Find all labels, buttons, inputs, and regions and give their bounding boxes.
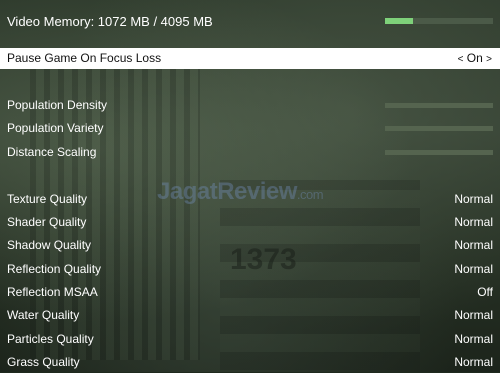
setting-value[interactable]: Normal xyxy=(454,262,493,276)
video-memory-bar xyxy=(385,18,493,24)
setting-label: Reflection MSAA xyxy=(7,285,98,299)
setting-label: Population Density xyxy=(7,98,108,112)
arrow-left-icon[interactable]: < xyxy=(458,54,464,65)
pause-game-label: Pause Game On Focus Loss xyxy=(7,51,162,65)
setting-label: Shader Quality xyxy=(7,215,87,229)
setting-label: Water Quality xyxy=(7,308,80,322)
setting-label: Shadow Quality xyxy=(7,238,92,252)
setting-value[interactable]: Off xyxy=(477,285,493,299)
setting-label: Texture Quality xyxy=(7,192,88,206)
particles-quality-row[interactable]: Particles Quality Normal xyxy=(0,332,500,350)
setting-value[interactable]: Normal xyxy=(454,215,493,229)
population-density-row[interactable]: Population Density xyxy=(0,98,500,116)
shadow-quality-row[interactable]: Shadow Quality Normal xyxy=(0,238,500,256)
setting-label: Particles Quality xyxy=(7,332,94,346)
reflection-msaa-row[interactable]: Reflection MSAA Off xyxy=(0,285,500,303)
arrow-right-icon[interactable]: > xyxy=(486,54,492,65)
population-variety-slider[interactable] xyxy=(385,126,493,131)
setting-value[interactable]: Normal xyxy=(454,308,493,322)
pause-game-value-text: On xyxy=(466,51,483,65)
distance-scaling-row[interactable]: Distance Scaling xyxy=(0,145,500,163)
setting-label: Distance Scaling xyxy=(7,145,97,159)
setting-value[interactable]: Normal xyxy=(454,332,493,346)
setting-label: Reflection Quality xyxy=(7,262,102,276)
setting-label: Population Variety xyxy=(7,121,104,135)
texture-quality-row[interactable]: Texture Quality Normal xyxy=(0,192,500,210)
video-memory-fill xyxy=(385,18,414,24)
setting-value[interactable]: Normal xyxy=(454,192,493,206)
setting-label: Grass Quality xyxy=(7,355,80,369)
pause-game-value[interactable]: < On > xyxy=(458,51,492,65)
video-memory-label: Video Memory: 1072 MB / 4095 MB xyxy=(7,14,213,29)
reflection-quality-row[interactable]: Reflection Quality Normal xyxy=(0,262,500,280)
population-density-slider[interactable] xyxy=(385,103,493,108)
setting-value[interactable]: Normal xyxy=(454,238,493,252)
shader-quality-row[interactable]: Shader Quality Normal xyxy=(0,215,500,233)
pause-game-on-focus-loss-row[interactable]: Pause Game On Focus Loss < On > xyxy=(0,48,500,69)
setting-value[interactable]: Normal xyxy=(454,355,493,369)
population-variety-row[interactable]: Population Variety xyxy=(0,121,500,139)
water-quality-row[interactable]: Water Quality Normal xyxy=(0,308,500,326)
grass-quality-row[interactable]: Grass Quality Normal xyxy=(0,355,500,373)
distance-scaling-slider[interactable] xyxy=(385,150,493,155)
